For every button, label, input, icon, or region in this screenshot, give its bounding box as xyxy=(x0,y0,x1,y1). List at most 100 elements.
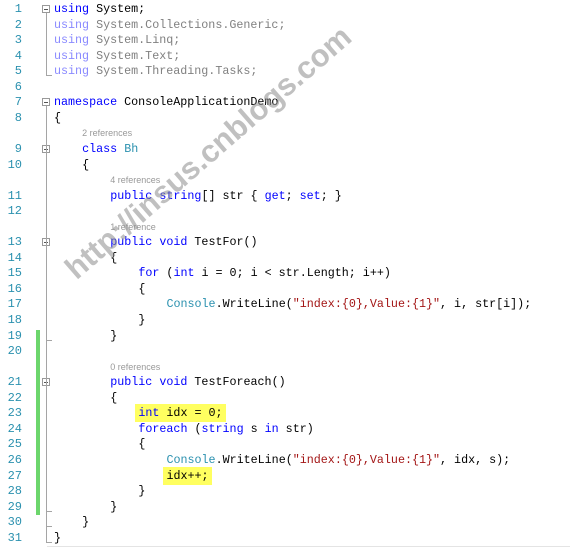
keyword-token: set xyxy=(299,188,321,203)
line-number: 9 xyxy=(14,141,22,156)
keyword-token: in xyxy=(264,421,279,436)
code-token: s xyxy=(243,421,265,436)
code-text[interactable]: } xyxy=(110,328,117,344)
code-token: System.Text; xyxy=(89,48,181,63)
code-line: 6 xyxy=(0,79,570,95)
code-text[interactable]: foreach (string s in str) xyxy=(138,421,313,437)
code-text[interactable]: idx++; xyxy=(163,466,212,485)
code-line: 24 foreach (string s in str) xyxy=(0,421,570,437)
code-token: { xyxy=(54,110,62,125)
code-text[interactable]: { xyxy=(54,110,61,126)
code-lens-references: 4 references xyxy=(0,172,570,188)
type-token: Console xyxy=(166,452,216,467)
keyword-token: int xyxy=(138,406,160,421)
code-token: System; xyxy=(89,2,146,16)
code-text[interactable]: using System.Collections.Generic; xyxy=(54,17,285,33)
code-text[interactable]: namespace ConsoleApplicationDemo xyxy=(54,94,278,110)
keyword-token: string xyxy=(201,421,244,436)
code-token: ConsoleApplicationDemo xyxy=(117,95,279,110)
code-line: 10 { xyxy=(0,157,570,173)
code-text[interactable]: public void TestForeach() xyxy=(110,374,285,390)
line-number: 8 xyxy=(14,110,22,125)
code-text[interactable]: { xyxy=(138,281,145,297)
code-text[interactable]: } xyxy=(54,530,61,546)
code-text[interactable]: { xyxy=(110,250,117,266)
code-text[interactable]: { xyxy=(82,157,89,173)
code-line: 1 using System; xyxy=(0,1,570,17)
code-text[interactable]: int idx = 0; xyxy=(135,404,226,423)
code-text[interactable]: using System.Linq; xyxy=(54,32,180,48)
code-text[interactable]: } xyxy=(138,483,145,499)
code-text[interactable]: public string[] str { get; set; } xyxy=(110,188,342,204)
code-editor[interactable]: 1 using System; 2 using System.Collections.… xyxy=(0,0,570,549)
keyword-token: void xyxy=(159,235,188,250)
editor-bottom-border xyxy=(47,546,570,547)
keyword-token: namespace xyxy=(54,95,118,110)
code-token: , idx, s); xyxy=(440,452,511,467)
keyword-token: for xyxy=(138,266,160,281)
code-line: 27 idx++; xyxy=(0,466,570,485)
code-text[interactable]: { xyxy=(138,436,145,452)
line-number: 22 xyxy=(7,390,22,405)
code-line: 20 xyxy=(0,343,570,359)
line-number: 11 xyxy=(7,188,22,203)
line-number: 7 xyxy=(14,95,22,110)
code-text[interactable]: } xyxy=(82,514,89,530)
line-number: 5 xyxy=(14,64,22,79)
code-text[interactable]: for (int i = 0; i < str.Length; i++) xyxy=(138,265,391,281)
line-number: 24 xyxy=(7,421,22,436)
code-line: 13 public void TestFor() xyxy=(0,234,570,250)
code-line: 30} xyxy=(0,514,570,530)
code-line: 18} xyxy=(0,312,570,328)
code-text[interactable]: using System.Text; xyxy=(54,48,180,64)
code-line: 4 using System.Text; xyxy=(0,48,570,64)
line-number: 15 xyxy=(7,266,22,281)
keyword-token: void xyxy=(159,375,188,390)
code-text[interactable]: Console.WriteLine("index:{0},Value:{1}",… xyxy=(166,452,510,468)
code-line: 22 { xyxy=(0,390,570,406)
line-number: 12 xyxy=(7,204,22,219)
code-token: idx = 0; xyxy=(159,406,223,421)
line-number: 14 xyxy=(7,250,22,265)
line-number: 31 xyxy=(7,530,22,545)
code-token: System.Linq; xyxy=(89,33,181,48)
string-token: "index:{0},Value:{1}" xyxy=(292,452,441,467)
references-link[interactable]: 0 references xyxy=(110,359,160,375)
string-token: "index:{0},Value:{1}" xyxy=(292,297,441,312)
code-token: } xyxy=(138,484,146,499)
keyword-token: using xyxy=(54,48,90,63)
line-number: 10 xyxy=(7,157,22,172)
keyword-token: public xyxy=(110,375,153,390)
code-text[interactable]: { xyxy=(110,390,117,406)
code-token: { xyxy=(82,157,90,172)
code-text[interactable]: using System; xyxy=(54,1,145,17)
code-lens-references: 1 reference xyxy=(0,219,570,235)
code-line: 26 Console.WriteLine("index:{0},Value:{1}… xyxy=(0,452,570,468)
code-token: } xyxy=(138,313,146,327)
references-link[interactable]: 2 references xyxy=(82,125,132,141)
line-number: 2 xyxy=(14,17,22,32)
code-token: str) xyxy=(278,421,314,436)
code-token: [] str { xyxy=(201,188,265,203)
code-text[interactable]: } xyxy=(138,312,145,328)
code-text[interactable]: Console.WriteLine("index:{0},Value:{1}",… xyxy=(166,296,531,312)
keyword-token: foreach xyxy=(138,421,188,436)
code-line: 15 for (int i = 0; i < str.Length; i++) xyxy=(0,265,570,281)
references-link[interactable]: 4 references xyxy=(110,172,160,188)
code-text[interactable]: using System.Threading.Tasks; xyxy=(54,63,257,79)
line-number: 6 xyxy=(14,79,22,94)
code-line: 8{ xyxy=(0,110,570,126)
code-lens-references: 2 references xyxy=(0,125,570,141)
code-text[interactable]: public void TestFor() xyxy=(110,234,257,250)
line-number: 25 xyxy=(7,437,22,452)
code-text[interactable]: } xyxy=(110,499,117,515)
code-token: i = 0; i < str.Length; i++) xyxy=(194,266,391,281)
line-number: 23 xyxy=(7,406,22,421)
references-link[interactable]: 1 reference xyxy=(110,219,156,235)
keyword-token: class xyxy=(82,141,118,156)
code-token: ; xyxy=(285,188,300,203)
code-text[interactable]: class Bh xyxy=(82,141,138,157)
code-token: { xyxy=(110,250,118,265)
code-token: ( xyxy=(159,266,174,281)
highlighted-code: int idx = 0; xyxy=(135,404,226,423)
